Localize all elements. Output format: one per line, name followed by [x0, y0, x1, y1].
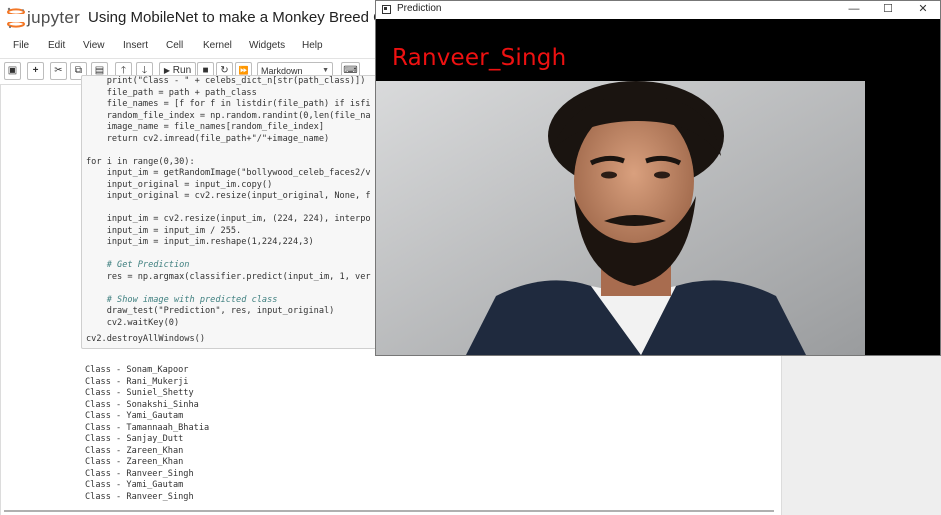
code-line: input_original = input_im.copy(): [86, 180, 273, 190]
output-line: Class - Zareen_Khan: [85, 457, 184, 467]
menu-edit[interactable]: Edit: [48, 40, 65, 51]
prediction-titlebar[interactable]: Prediction — ☐ ✕: [376, 1, 940, 19]
code-line: file_names = [f for f in listdir(file_pa…: [86, 99, 371, 109]
save-icon: ▣: [7, 65, 18, 76]
output-line: Class - Yami_Gautam: [85, 411, 184, 421]
code-comment: # Show image with predicted class: [86, 295, 278, 305]
scissors-icon: ✂: [54, 65, 63, 76]
code-comment: # Get Prediction: [86, 260, 190, 270]
cut-button[interactable]: ✂: [50, 62, 67, 80]
prediction-window-title: Prediction: [397, 3, 442, 14]
output-line: Class - Tamannaah_Bhatia: [85, 422, 210, 433]
maximize-button[interactable]: ☐: [871, 1, 905, 19]
code-line: for i in range(0,30):: [86, 157, 195, 167]
menu-widgets[interactable]: Widgets: [249, 40, 285, 51]
insert-cell-button[interactable]: +: [27, 62, 44, 80]
output-line: Class - Sonakshi_Sinha: [85, 399, 199, 410]
notebook-title[interactable]: Using MobileNet to make a Monkey Breed C…: [88, 9, 414, 26]
code-line: res = np.argmax(classifier.predict(input…: [86, 272, 371, 282]
code-line: input_im = input_im / 255.: [86, 226, 242, 236]
output-line: Class - Zareen_Khan: [85, 445, 184, 456]
code-line: input_im = cv2.resize(input_im, (224, 22…: [86, 214, 371, 224]
minimize-button[interactable]: —: [837, 1, 871, 19]
code-line: image_name = file_names[random_file_inde…: [86, 122, 324, 132]
menu-cell[interactable]: Cell: [166, 40, 183, 51]
code-line: cv2.waitKey(0): [86, 318, 180, 328]
output-line: Class - Sanjay_Dutt: [85, 434, 184, 444]
code-line: input_im = getRandomImage("bollywood_cel…: [86, 168, 371, 178]
code-line: file_path = path + path_class: [86, 88, 257, 98]
menu-help[interactable]: Help: [302, 40, 323, 51]
code-line: return cv2.imread(file_path+"/"+image_na…: [86, 134, 330, 144]
prediction-window: Prediction — ☐ ✕ Ranveer_Singh: [375, 0, 941, 356]
output-line: Class - Suniel_Shetty: [85, 388, 194, 398]
window-app-icon: [382, 5, 391, 14]
save-button[interactable]: ▣: [4, 62, 21, 80]
menu-kernel[interactable]: Kernel: [203, 40, 232, 51]
celebrity-photo: [376, 81, 865, 355]
code-line: cv2.destroyAllWindows(): [86, 334, 205, 344]
menu-insert[interactable]: Insert: [123, 40, 148, 51]
output-line: Class - Ranveer_Singh: [85, 468, 194, 479]
prediction-canvas: Ranveer_Singh: [376, 19, 940, 355]
code-line: random_file_index = np.random.randint(0,…: [86, 111, 371, 121]
output-line: Class - Ranveer_Singh: [85, 491, 194, 502]
code-line: draw_test("Prediction", res, input_origi…: [86, 306, 335, 316]
code-line: print("Class - " + celebs_dict_n[str(pat…: [86, 76, 366, 86]
horizontal-scrollbar[interactable]: [4, 510, 774, 512]
close-button[interactable]: ✕: [906, 1, 940, 19]
output-line: Class - Yami_Gautam: [85, 480, 184, 490]
predicted-class-label: Ranveer_Singh: [392, 45, 567, 71]
output-line: Class - Rani_Mukerji: [85, 376, 189, 387]
jupyter-logo-icon[interactable]: [6, 7, 26, 29]
output-line: Class - Sonam_Kapoor: [85, 365, 189, 375]
code-line: input_original = cv2.resize(input_origin…: [86, 191, 371, 201]
menu-file[interactable]: File: [13, 40, 29, 51]
plus-icon: +: [32, 65, 39, 76]
menu-view[interactable]: View: [83, 40, 105, 51]
code-line: input_im = input_im.reshape(1,224,224,3): [86, 237, 314, 247]
jupyter-logo-text: jupyter: [27, 8, 81, 27]
